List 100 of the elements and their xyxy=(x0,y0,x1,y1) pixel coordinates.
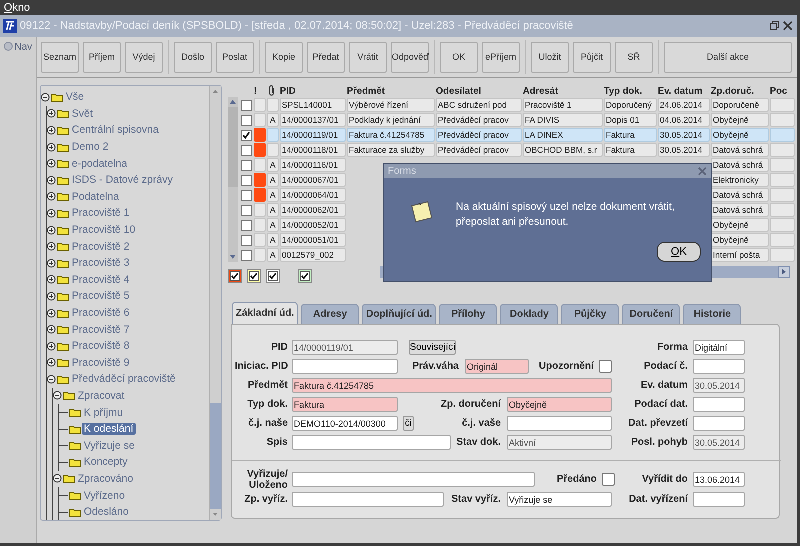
tree-item[interactable]: Pracoviště 7 xyxy=(70,324,132,336)
tab[interactable]: Doručení xyxy=(622,304,680,324)
toolbar-button[interactable]: Předat xyxy=(307,42,345,72)
checkbox[interactable] xyxy=(241,250,252,260)
tab[interactable]: Základní úd. xyxy=(232,302,298,324)
toolbar-button[interactable]: Odpověď xyxy=(391,42,429,72)
tree-item[interactable]: ISDS - Datové zprávy xyxy=(70,174,175,186)
form-button[interactable]: Související xyxy=(409,340,456,355)
tree-item[interactable]: Demo 2 xyxy=(70,141,111,154)
column-header[interactable]: Předmět xyxy=(347,85,435,97)
tree-item[interactable]: Pracoviště 9 xyxy=(70,356,132,369)
scrollbar-thumb[interactable] xyxy=(210,403,221,509)
tree-item[interactable]: Pracoviště 5 xyxy=(70,290,132,302)
expand-icon[interactable] xyxy=(47,142,56,152)
tree-item[interactable]: Odesláno xyxy=(82,506,131,518)
toolbar-button[interactable]: Vrátit xyxy=(349,42,387,72)
collapse-icon[interactable] xyxy=(53,474,62,484)
input-field[interactable]: Faktura xyxy=(292,397,398,412)
collapse-icon[interactable] xyxy=(41,92,50,102)
expand-icon[interactable] xyxy=(47,242,56,252)
expand-icon[interactable] xyxy=(47,109,56,118)
legend-checkbox[interactable] xyxy=(228,269,242,283)
legend-checkbox[interactable] xyxy=(298,269,312,283)
tree-item[interactable]: Podatelna xyxy=(70,190,122,203)
tree-item[interactable]: Pracoviště 8 xyxy=(70,340,132,352)
tab[interactable]: Adresy xyxy=(301,304,360,324)
restore-icon[interactable] xyxy=(770,21,780,31)
tree-item[interactable]: Vyřízeno xyxy=(82,490,128,502)
legend-checkbox[interactable] xyxy=(247,269,261,283)
expand-icon[interactable] xyxy=(47,308,56,318)
expand-icon[interactable] xyxy=(47,208,56,218)
input-field[interactable]: 30.05.2014 xyxy=(693,378,745,393)
expand-icon[interactable] xyxy=(47,258,56,268)
nav-label[interactable]: Nav xyxy=(14,42,32,53)
input-field[interactable]: Obyčejně xyxy=(507,397,612,412)
tab[interactable]: Půjčky xyxy=(561,304,620,324)
tree-item[interactable]: e-podatelna xyxy=(70,158,130,170)
input-field[interactable] xyxy=(693,397,745,412)
collapse-icon[interactable] xyxy=(47,374,56,384)
toolbar-button[interactable]: Poslat xyxy=(216,42,254,72)
expand-icon[interactable] xyxy=(47,226,56,235)
tree-item[interactable]: Předváděcí pracoviště xyxy=(70,373,178,386)
checkbox[interactable] xyxy=(241,144,252,156)
tree-item[interactable]: Pracoviště 10 xyxy=(70,224,138,236)
scrollbar[interactable] xyxy=(228,97,238,262)
expand-icon[interactable] xyxy=(47,292,56,301)
ok-button[interactable]: OK xyxy=(657,242,701,262)
legend-checkbox[interactable] xyxy=(266,269,280,283)
menu-title[interactable]: Okno xyxy=(4,2,30,14)
toolbar-button[interactable]: Kopie xyxy=(265,42,303,72)
expand-icon[interactable] xyxy=(47,126,56,135)
tab[interactable]: Doklady xyxy=(500,304,558,324)
input-field[interactable]: Originál xyxy=(465,359,529,374)
expand-icon[interactable] xyxy=(47,325,56,334)
column-header[interactable]: Odesílatel xyxy=(436,85,522,97)
checkbox[interactable] xyxy=(241,100,252,110)
input-field[interactable]: 14/0000119/01 xyxy=(292,340,398,355)
checkbox[interactable] xyxy=(241,130,252,140)
column-header[interactable]: Adresát xyxy=(523,85,603,97)
checkbox[interactable] xyxy=(241,220,252,230)
toolbar-button[interactable]: Půjčit xyxy=(573,42,611,72)
tree-item[interactable]: Pracoviště 4 xyxy=(70,274,132,286)
expand-icon[interactable] xyxy=(47,342,56,351)
column-header[interactable]: ! xyxy=(254,85,266,97)
toolbar-button[interactable]: SŘ xyxy=(615,42,653,72)
checkbox[interactable] xyxy=(241,114,252,126)
checkbox[interactable] xyxy=(241,234,252,246)
input-field[interactable] xyxy=(292,472,535,487)
expand-icon[interactable] xyxy=(47,159,56,168)
input-field[interactable] xyxy=(693,416,745,431)
toolbar-button[interactable]: Uložit xyxy=(531,42,569,72)
input-field[interactable] xyxy=(693,492,745,507)
expand-icon[interactable] xyxy=(47,176,56,185)
tab[interactable]: Historie xyxy=(683,304,742,324)
input-field[interactable] xyxy=(693,359,745,374)
input-field[interactable]: Faktura č.41254785 xyxy=(292,378,612,393)
column-header[interactable]: PID xyxy=(280,85,346,97)
input-field[interactable]: DEMO110-2014/00300 xyxy=(292,416,398,431)
toolbar-button[interactable]: OK xyxy=(440,42,478,72)
tree-item[interactable]: Vše xyxy=(64,91,86,104)
toolbar-button[interactable]: Seznam xyxy=(41,42,79,72)
column-header[interactable]: Poc xyxy=(770,85,795,97)
checkbox[interactable] xyxy=(599,360,612,373)
tree-item[interactable]: Zpracováno xyxy=(76,472,136,485)
expand-icon[interactable] xyxy=(47,192,56,202)
toolbar-button[interactable]: Příjem xyxy=(83,42,121,72)
tree-item[interactable]: Pracoviště 3 xyxy=(70,257,132,270)
column-header[interactable]: Ev. datum xyxy=(658,85,710,97)
input-field[interactable]: 13.06.2014 xyxy=(693,472,745,487)
expand-icon[interactable] xyxy=(47,358,56,368)
checkbox[interactable] xyxy=(241,190,252,200)
scrollbar-thumb[interactable] xyxy=(228,107,238,187)
tree-item[interactable]: Pracoviště 2 xyxy=(70,240,132,253)
tree-item[interactable]: Svět xyxy=(70,108,96,120)
checkbox[interactable] xyxy=(602,473,615,486)
tab[interactable]: Přílohy xyxy=(439,304,498,324)
input-field[interactable] xyxy=(292,492,444,507)
tree-item[interactable]: K odeslání xyxy=(82,423,136,436)
checkbox[interactable] xyxy=(241,160,252,170)
expand-icon[interactable] xyxy=(47,275,56,284)
